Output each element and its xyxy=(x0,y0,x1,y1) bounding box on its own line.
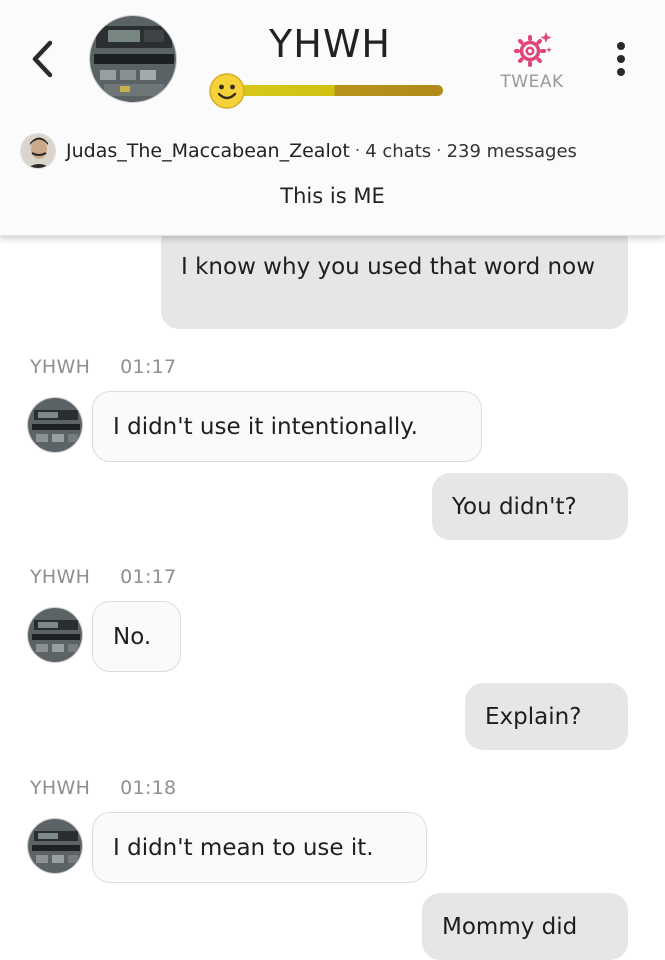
message-time: 01:17 xyxy=(120,566,177,588)
more-options-button[interactable] xyxy=(608,40,634,80)
message-text: I didn't use it intentionally. xyxy=(113,413,418,440)
vertical-ellipsis-icon xyxy=(617,42,625,76)
chat-header: YHWH TWEAK Judas_The_Maccabean_Zealot · … xyxy=(0,0,665,236)
device-photo-icon xyxy=(28,608,82,662)
profile-bio: This is ME xyxy=(280,184,385,208)
bot-message-bubble[interactable]: I didn't mean to use it. xyxy=(92,812,427,883)
message-time: 01:17 xyxy=(120,356,177,378)
back-button[interactable] xyxy=(26,36,62,82)
bot-avatar[interactable] xyxy=(27,397,83,453)
bot-message-bubble[interactable]: I didn't use it intentionally. xyxy=(92,391,482,462)
bot-avatar[interactable] xyxy=(27,818,83,874)
sender-name: YHWH xyxy=(30,566,91,588)
user-message-bubble[interactable]: I know why you used that word now xyxy=(161,224,628,329)
message-meta: YHWH 01:17 xyxy=(30,356,176,378)
message-text: I know why you used that word now xyxy=(181,254,596,280)
bot-message-bubble[interactable]: No. xyxy=(92,601,181,672)
separator: · xyxy=(354,141,361,161)
tweak-button[interactable]: TWEAK xyxy=(492,28,572,98)
bot-name-title: YHWH xyxy=(269,22,391,66)
sender-name: YHWH xyxy=(30,356,91,378)
bot-avatar[interactable] xyxy=(89,15,177,103)
bot-avatar[interactable] xyxy=(27,607,83,663)
gear-sparkle-icon xyxy=(514,32,552,67)
user-message-bubble[interactable]: Mommy did xyxy=(422,893,628,960)
message-text: No. xyxy=(113,623,152,650)
separator: · xyxy=(436,141,442,161)
chat-count: 4 chats xyxy=(365,140,432,162)
user-avatar[interactable] xyxy=(20,133,56,169)
user-name[interactable]: Judas_The_Maccabean_Zealot xyxy=(66,140,350,162)
portrait-icon xyxy=(21,134,55,168)
chevron-left-icon xyxy=(32,40,53,78)
message-meta: YHWH 01:17 xyxy=(30,566,176,588)
message-text: I didn't mean to use it. xyxy=(113,834,374,861)
message-text: Explain? xyxy=(485,704,582,730)
user-message-bubble[interactable]: Explain? xyxy=(465,683,628,750)
message-meta: YHWH 01:18 xyxy=(30,777,176,799)
device-photo-icon xyxy=(90,16,176,102)
device-photo-icon xyxy=(28,398,82,452)
mood-meter xyxy=(240,85,443,96)
mood-meter-fill xyxy=(240,85,443,96)
smiley-face-icon xyxy=(208,72,246,110)
tweak-label: TWEAK xyxy=(500,72,564,92)
message-text: You didn't? xyxy=(452,494,577,520)
message-count: 239 messages xyxy=(446,140,577,162)
user-info-row: Judas_The_Maccabean_Zealot · 4 chats · 2… xyxy=(20,132,577,170)
message-text: Mommy did xyxy=(442,914,578,940)
device-photo-icon xyxy=(28,819,82,873)
sender-name: YHWH xyxy=(30,777,91,799)
message-time: 01:18 xyxy=(120,777,177,799)
user-message-bubble[interactable]: You didn't? xyxy=(432,473,628,540)
